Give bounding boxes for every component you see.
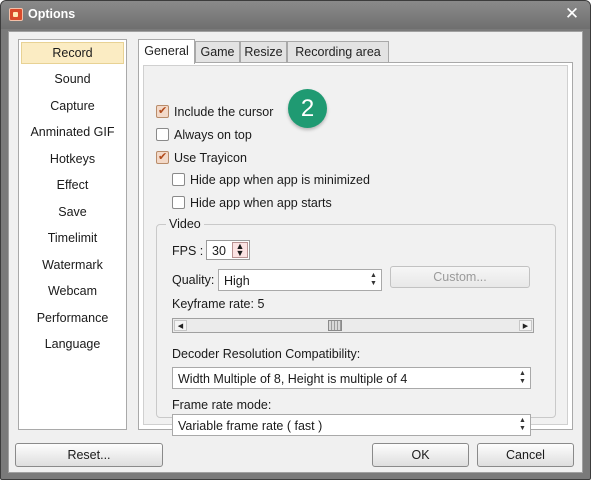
video-group-title: Video <box>166 216 204 232</box>
keyframe-slider-thumb[interactable] <box>328 320 342 331</box>
sidebar-item-language[interactable]: Language <box>21 333 124 355</box>
keyframe-rate-label: Keyframe rate: 5 <box>172 297 265 311</box>
fps-label: FPS : <box>172 244 204 258</box>
scroll-left-icon[interactable]: ◀ <box>174 320 187 331</box>
close-icon[interactable]: ✕ <box>563 4 581 24</box>
always-on-top-label: Always on top <box>174 128 252 142</box>
use-trayicon-checkbox[interactable] <box>156 148 169 166</box>
decoder-resolution-select[interactable]: Width Multiple of 8, Height is multiple … <box>172 367 531 389</box>
frame-rate-mode-value: Variable frame rate ( fast ) <box>178 419 323 433</box>
decoder-resolution-value: Width Multiple of 8, Height is multiple … <box>178 372 408 386</box>
options-window: Options ✕ Record Sound Capture Anminated… <box>0 0 591 480</box>
hide-when-minimized-label: Hide app when app is minimized <box>190 173 370 187</box>
fps-value: 30 <box>212 244 226 258</box>
hide-when-starts-checkbox[interactable] <box>172 196 185 209</box>
always-on-top-checkbox[interactable] <box>156 128 169 141</box>
quality-select[interactable]: High ▲ ▼ <box>218 269 382 291</box>
title-bar[interactable]: Options ✕ <box>1 1 590 29</box>
reset-button[interactable]: Reset... <box>15 443 163 467</box>
general-tab-panel: Include the cursor Always on top Use Tra… <box>138 62 573 436</box>
sidebar-item-save[interactable]: Save <box>21 201 124 223</box>
use-trayicon-label: Use Trayicon <box>174 151 247 165</box>
quality-label: Quality: <box>172 273 215 287</box>
app-logo-icon <box>9 8 23 21</box>
cancel-button[interactable]: Cancel <box>477 443 574 467</box>
dropdown-arrow-icon: ▲ ▼ <box>519 370 526 385</box>
fps-spinbox[interactable]: 30 ▲ ▼ <box>206 240 250 260</box>
tab-general[interactable]: General <box>138 39 195 64</box>
sidebar-item-performance[interactable]: Performance <box>21 307 124 329</box>
spin-arrows-icon[interactable]: ▲ ▼ <box>232 242 248 258</box>
frame-rate-mode-select[interactable]: Variable frame rate ( fast ) ▲ ▼ <box>172 414 531 436</box>
ok-button[interactable]: OK <box>372 443 469 467</box>
sidebar-item-effect[interactable]: Effect <box>21 174 124 196</box>
custom-quality-button[interactable]: Custom... <box>390 266 530 288</box>
sidebar-item-record[interactable]: Record <box>21 42 124 64</box>
tab-game[interactable]: Game <box>195 41 240 63</box>
frame-rate-mode-label: Frame rate mode: <box>172 398 272 412</box>
window-title: Options <box>28 7 76 21</box>
sidebar-item-webcam[interactable]: Webcam <box>21 280 124 302</box>
tab-recording-area[interactable]: Recording area <box>287 41 389 63</box>
category-sidebar: Record Sound Capture Anminated GIF Hotke… <box>18 39 127 430</box>
dropdown-arrow-icon: ▲ ▼ <box>519 417 526 432</box>
scroll-right-icon[interactable]: ▶ <box>519 320 532 331</box>
sidebar-item-hotkeys[interactable]: Hotkeys <box>21 148 124 170</box>
sidebar-item-animated-gif[interactable]: Anminated GIF <box>21 121 124 143</box>
hide-when-minimized-checkbox[interactable] <box>172 173 185 186</box>
include-cursor-checkbox[interactable] <box>156 102 169 120</box>
dropdown-arrow-icon: ▲ ▼ <box>370 272 377 287</box>
sidebar-item-capture[interactable]: Capture <box>21 95 124 117</box>
tab-resize[interactable]: Resize <box>240 41 287 63</box>
general-settings-area: Include the cursor Always on top Use Tra… <box>143 65 568 436</box>
decoder-resolution-label: Decoder Resolution Compatibility: <box>172 347 361 361</box>
sidebar-item-watermark[interactable]: Watermark <box>21 254 124 276</box>
sidebar-item-sound[interactable]: Sound <box>21 68 124 90</box>
keyframe-rate-slider[interactable]: ◀ ▶ <box>172 318 534 333</box>
quality-value: High <box>224 274 250 288</box>
include-cursor-label: Include the cursor <box>174 105 274 119</box>
hide-when-starts-label: Hide app when app starts <box>190 196 332 210</box>
sidebar-item-timelimit[interactable]: Timelimit <box>21 227 124 249</box>
step-number-badge: 2 <box>288 89 327 128</box>
